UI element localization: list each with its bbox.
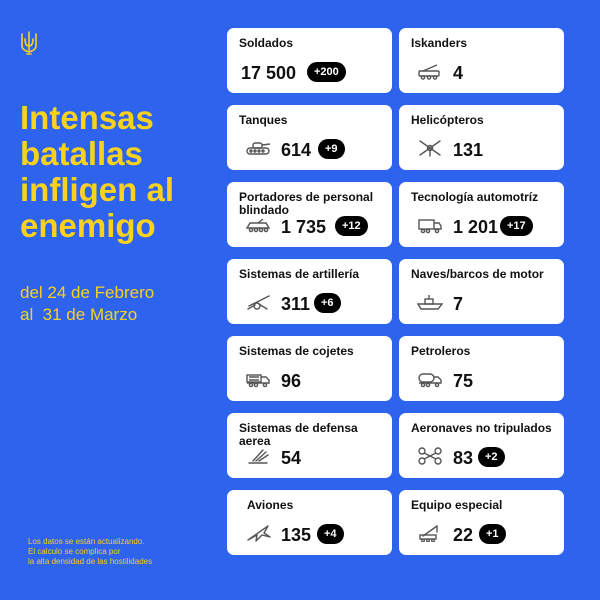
- card-value: 83: [453, 448, 474, 468]
- footnote-line-1: Los datos se están actualizando.: [28, 537, 145, 546]
- period-text: del 24 de Febrero al 31 de Marzo: [20, 282, 220, 326]
- drone-icon: [418, 447, 442, 465]
- card-label: Portadores de personal blindado: [239, 190, 374, 217]
- card-value: 1 735: [281, 217, 327, 237]
- footnote-line-3: la alta densidad de las hostilidades: [28, 557, 153, 566]
- delta-badge: +6: [314, 293, 341, 313]
- card-label: Sistemas de cojetes: [239, 344, 354, 358]
- headline: Intensas batallas infligen al enemigo: [20, 99, 175, 244]
- crane-icon: [419, 525, 438, 542]
- delta-badge: +17: [500, 216, 533, 236]
- ship-icon: [417, 295, 443, 310]
- card-value: 135: [281, 525, 312, 545]
- card-value: 614: [281, 140, 312, 160]
- period-line-2: al 31 de Marzo: [20, 305, 138, 324]
- card-label: Equipo especial: [411, 498, 503, 512]
- delta-badge: +2: [478, 447, 505, 467]
- card-label: Helicópteros: [411, 113, 484, 127]
- card-label: Sistemas de artillería: [239, 267, 360, 281]
- card-label: Petroleros: [411, 344, 471, 358]
- period-line-1: del 24 de Febrero: [20, 283, 155, 302]
- card-label: Sistemas de defensa aerea: [239, 421, 358, 448]
- fighter-jet-icon: [247, 525, 271, 542]
- rocket-truck-icon: [246, 374, 270, 388]
- card-value: 311: [281, 294, 311, 314]
- card-label: Soldados: [239, 36, 294, 50]
- card-vehicles: Tecnología automotríz 1 201 +17: [399, 182, 564, 247]
- card-artillery: Sistemas de artillería 311 +6: [227, 259, 392, 324]
- fuel-tanker-icon: [418, 373, 442, 388]
- card-label: Iskanders: [411, 36, 468, 50]
- card-mlrs: Sistemas de cojetes 96: [227, 336, 392, 401]
- delta-badge: +9: [318, 139, 345, 159]
- card-tankers: Petroleros 75: [399, 336, 564, 401]
- trident-icon: [21, 31, 37, 55]
- card-label: Aviones: [247, 498, 294, 512]
- tank-icon: [246, 142, 271, 155]
- card-label: Aeronaves no tripulados: [411, 421, 552, 435]
- missile-launcher-icon: [418, 64, 440, 80]
- card-value: 96: [281, 371, 302, 391]
- card-helicopters: Helicópteros 131: [399, 105, 564, 170]
- helicopter-icon: [419, 140, 441, 157]
- delta-badge: +1: [479, 524, 506, 544]
- card-value: 17 500: [241, 63, 297, 83]
- card-value: 4: [453, 63, 464, 83]
- delta-badge: +12: [335, 216, 368, 236]
- card-air-defense: Sistemas de defensa aerea 54: [227, 413, 392, 478]
- footnote-line-2: El calculo se complica por: [28, 547, 121, 556]
- card-value: 1 201: [453, 217, 499, 237]
- card-iskanders: Iskanders 4: [399, 28, 564, 93]
- card-ships: Naves/barcos de motor 7: [399, 259, 564, 324]
- card-value: 7: [453, 294, 464, 314]
- card-special: Equipo especial 22 +1: [399, 490, 564, 555]
- card-value: 22: [453, 525, 474, 545]
- card-label: Naves/barcos de motor: [411, 267, 544, 281]
- air-defense-icon: [248, 449, 269, 464]
- armored-carrier-icon: [245, 218, 271, 233]
- card-tanks: Tanques 614 +9: [227, 105, 392, 170]
- card-value: 75: [453, 371, 474, 391]
- card-value: 131: [453, 140, 484, 160]
- card-aircraft: Aviones 135 +4: [227, 490, 392, 555]
- truck-icon: [418, 219, 442, 234]
- artillery-icon: [247, 295, 270, 310]
- delta-badge: +4: [317, 524, 344, 544]
- footnote: Los datos se están actualizando. El calc…: [28, 537, 218, 567]
- delta-badge: +200: [307, 62, 346, 82]
- card-drones: Aeronaves no tripulados 83 +2: [399, 413, 564, 478]
- card-label: Tecnología automotríz: [411, 190, 539, 204]
- card-label: Tanques: [239, 113, 288, 127]
- card-apc: Portadores de personal blindado 1 735 +1…: [227, 182, 392, 247]
- card-value: 54: [281, 448, 302, 468]
- card-soldiers: Soldados 17 500 +200: [227, 28, 392, 93]
